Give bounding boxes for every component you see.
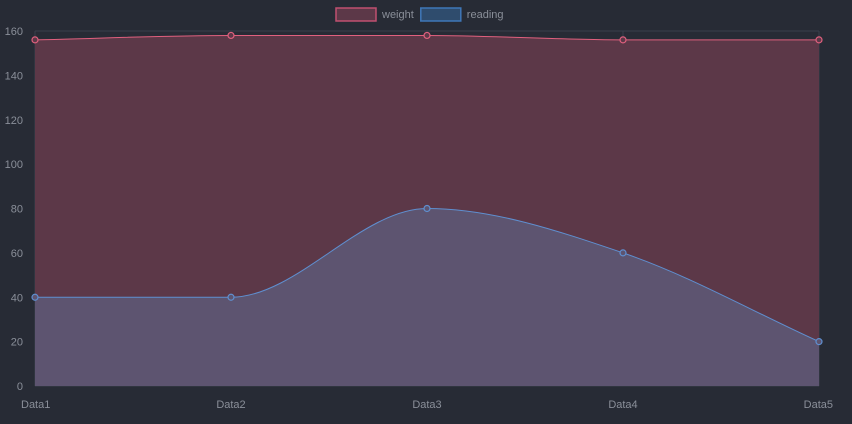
legend-label: weight: [381, 9, 414, 21]
area-chart: 0 20 40 60 80 100 120 140 160 Data1 Data2 Data3 Data…: [5, 7, 833, 411]
y-tick-label: 140: [5, 70, 23, 82]
y-tick-label: 0: [17, 381, 23, 393]
chart-container: 0 20 40 60 80 100 120 140 160 Data1 Data2 Data3 Data…: [0, 0, 852, 424]
y-tick-label: 40: [11, 292, 23, 304]
x-tick-label: Data1: [21, 399, 50, 411]
legend[interactable]: weight reading: [335, 7, 504, 22]
y-tick-label: 60: [11, 248, 23, 260]
legend-swatch: [420, 7, 462, 22]
data-point-weight[interactable]: [31, 36, 39, 44]
y-tick-label: 160: [5, 26, 23, 38]
data-point-weight[interactable]: [423, 31, 431, 40]
data-point-reading[interactable]: [815, 338, 823, 346]
y-tick-label: 20: [11, 337, 23, 349]
data-point-reading[interactable]: [619, 249, 627, 257]
data-point-reading[interactable]: [31, 293, 39, 301]
x-tick-label: Data4: [608, 399, 637, 411]
legend-swatch: [335, 7, 377, 22]
y-tick-label: 80: [11, 204, 23, 216]
legend-item-reading[interactable]: reading: [420, 7, 504, 22]
x-tick-label: Data3: [412, 399, 441, 411]
data-point-weight[interactable]: [815, 36, 823, 44]
data-point-reading[interactable]: [227, 293, 235, 301]
legend-label: reading: [467, 9, 504, 21]
data-point-weight[interactable]: [227, 31, 235, 40]
data-point-weight[interactable]: [619, 36, 627, 44]
y-tick-label: 100: [5, 159, 23, 171]
data-point-reading[interactable]: [423, 204, 431, 213]
x-tick-label: Data2: [216, 399, 245, 411]
y-tick-label: 120: [5, 115, 23, 127]
x-tick-label: Data5: [804, 399, 833, 411]
legend-item-weight[interactable]: weight: [335, 7, 414, 22]
